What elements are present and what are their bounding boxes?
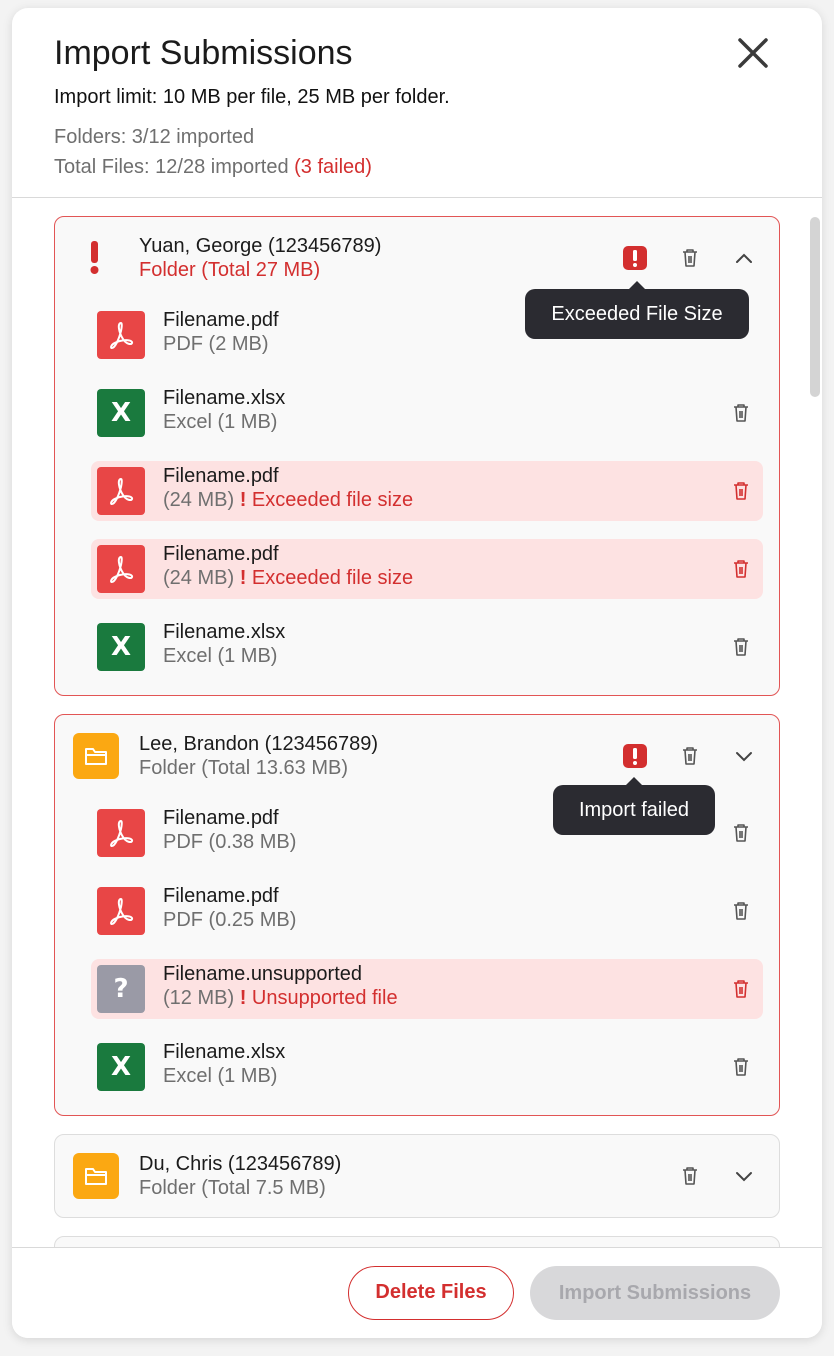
- folder-name: Yuan, George (123456789): [139, 235, 382, 257]
- dialog-header: Import Submissions Import limit: 10 MB p…: [12, 8, 822, 198]
- chevron-down-icon[interactable]: [733, 1165, 755, 1187]
- file-name: Filename.pdf: [163, 465, 279, 487]
- file-name: Filename.pdf: [163, 543, 279, 565]
- trash-icon[interactable]: [680, 1165, 700, 1187]
- file-meta: PDF (2 MB): [163, 333, 269, 355]
- file-error: Exceeded file size: [251, 489, 414, 511]
- error-badge-icon[interactable]: [623, 744, 647, 768]
- import-submissions-dialog: Import Submissions Import limit: 10 MB p…: [12, 8, 822, 1338]
- file-row: X Filename.xlsx Excel (1 MB): [91, 383, 763, 443]
- exclamation-icon: !: [239, 489, 247, 511]
- scrollbar[interactable]: [810, 217, 820, 397]
- file-row-error: ? Filename.unsupported (12 MB) ! Unsuppo…: [91, 959, 763, 1019]
- failed-count: (3 failed): [294, 156, 372, 178]
- trash-icon[interactable]: [731, 822, 751, 844]
- folders-stat: Folders: 3/12 imported: [54, 126, 255, 148]
- file-meta: PDF (0.38 MB): [163, 831, 297, 853]
- file-row: X Filename.xlsx Excel (1 MB): [91, 617, 763, 677]
- file-row-error: Filename.pdf (24 MB) ! Exceeded file siz…: [91, 539, 763, 599]
- trash-icon[interactable]: [731, 480, 751, 502]
- import-limit-text: Import limit: 10 MB per file, 25 MB per …: [54, 86, 450, 108]
- folder-size: Folder (Total 7.5 MB): [139, 1177, 326, 1199]
- delete-files-button[interactable]: Delete Files: [348, 1266, 514, 1320]
- file-meta: (24 MB) ! Exceeded file size: [163, 567, 413, 590]
- error-badge-icon[interactable]: [623, 246, 647, 270]
- file-name: Filename.xlsx: [163, 1041, 286, 1063]
- folder-card: Yuan, George (123456789) Folder (Total 2…: [54, 216, 780, 696]
- trash-icon[interactable]: [731, 636, 751, 658]
- file-name: Filename.pdf: [163, 885, 279, 907]
- folder-name: Du, Chris (123456789): [139, 1153, 342, 1175]
- files-stat-text: Total Files: 12/28 imported: [54, 156, 289, 178]
- question-icon: ?: [97, 965, 145, 1013]
- file-meta: Excel (1 MB): [163, 1065, 278, 1087]
- file-meta: PDF (0.25 MB): [163, 909, 297, 931]
- folder-card: [54, 1236, 780, 1247]
- error-exclamation-icon: [85, 235, 105, 281]
- folder-icon: [73, 733, 119, 779]
- folder-card: Lee, Brandon (123456789) Folder (Total 1…: [54, 714, 780, 1116]
- dialog-title: Import Submissions: [54, 34, 353, 72]
- trash-icon[interactable]: [680, 745, 700, 767]
- trash-icon[interactable]: [731, 402, 751, 424]
- error-tooltip: Exceeded File Size: [525, 281, 749, 339]
- exclamation-icon: !: [239, 987, 247, 1009]
- excel-icon: X: [97, 1043, 145, 1091]
- trash-icon[interactable]: [731, 978, 751, 1000]
- import-submissions-button[interactable]: Import Submissions: [530, 1266, 780, 1320]
- files-stat: Total Files: 12/28 imported (3 failed): [54, 156, 372, 179]
- folder-icon: [73, 1153, 119, 1199]
- dialog-footer: Delete Files Import Submissions: [12, 1247, 822, 1338]
- trash-icon[interactable]: [731, 1056, 751, 1078]
- file-error: Exceeded file size: [251, 567, 414, 589]
- file-meta: (12 MB) ! Unsupported file: [163, 987, 398, 1010]
- close-icon[interactable]: [734, 34, 772, 72]
- pdf-icon: [97, 809, 145, 857]
- trash-icon[interactable]: [680, 247, 700, 269]
- exclamation-icon: !: [239, 567, 247, 589]
- excel-icon: X: [97, 389, 145, 437]
- folder-size: Folder (Total 27 MB): [139, 259, 321, 281]
- folder-header[interactable]: Du, Chris (123456789) Folder (Total 7.5 …: [55, 1135, 779, 1215]
- file-meta: Excel (1 MB): [163, 411, 278, 433]
- pdf-icon: [97, 467, 145, 515]
- pdf-icon: [97, 311, 145, 359]
- file-size: (24 MB): [163, 567, 235, 589]
- folder-card: Du, Chris (123456789) Folder (Total 7.5 …: [54, 1134, 780, 1218]
- file-name: Filename.pdf: [163, 309, 279, 331]
- file-meta: (24 MB) ! Exceeded file size: [163, 489, 413, 512]
- trash-icon[interactable]: [731, 900, 751, 922]
- chevron-up-icon[interactable]: [733, 247, 755, 269]
- file-row: Filename.pdf PDF (0.25 MB): [91, 881, 763, 941]
- trash-icon[interactable]: [731, 558, 751, 580]
- error-tooltip: Import failed: [553, 777, 715, 835]
- file-error: Unsupported file: [251, 987, 398, 1009]
- pdf-icon: [97, 887, 145, 935]
- file-name: Filename.xlsx: [163, 387, 286, 409]
- file-name: Filename.xlsx: [163, 621, 286, 643]
- folder-header[interactable]: Yuan, George (123456789) Folder (Total 2…: [55, 217, 779, 297]
- chevron-down-icon[interactable]: [733, 745, 755, 767]
- folder-size: Folder (Total 13.63 MB): [139, 757, 348, 779]
- folder-list[interactable]: Yuan, George (123456789) Folder (Total 2…: [12, 199, 822, 1247]
- excel-icon: X: [97, 623, 145, 671]
- file-name: Filename.pdf: [163, 807, 279, 829]
- file-size: (12 MB): [163, 987, 235, 1009]
- folder-name: Lee, Brandon (123456789): [139, 733, 379, 755]
- pdf-icon: [97, 545, 145, 593]
- folder-header[interactable]: Lee, Brandon (123456789) Folder (Total 1…: [55, 715, 779, 795]
- file-name: Filename.unsupported: [163, 963, 363, 985]
- file-size: (24 MB): [163, 489, 235, 511]
- file-meta: Excel (1 MB): [163, 645, 278, 667]
- file-row-error: Filename.pdf (24 MB) ! Exceeded file siz…: [91, 461, 763, 521]
- file-row: X Filename.xlsx Excel (1 MB): [91, 1037, 763, 1097]
